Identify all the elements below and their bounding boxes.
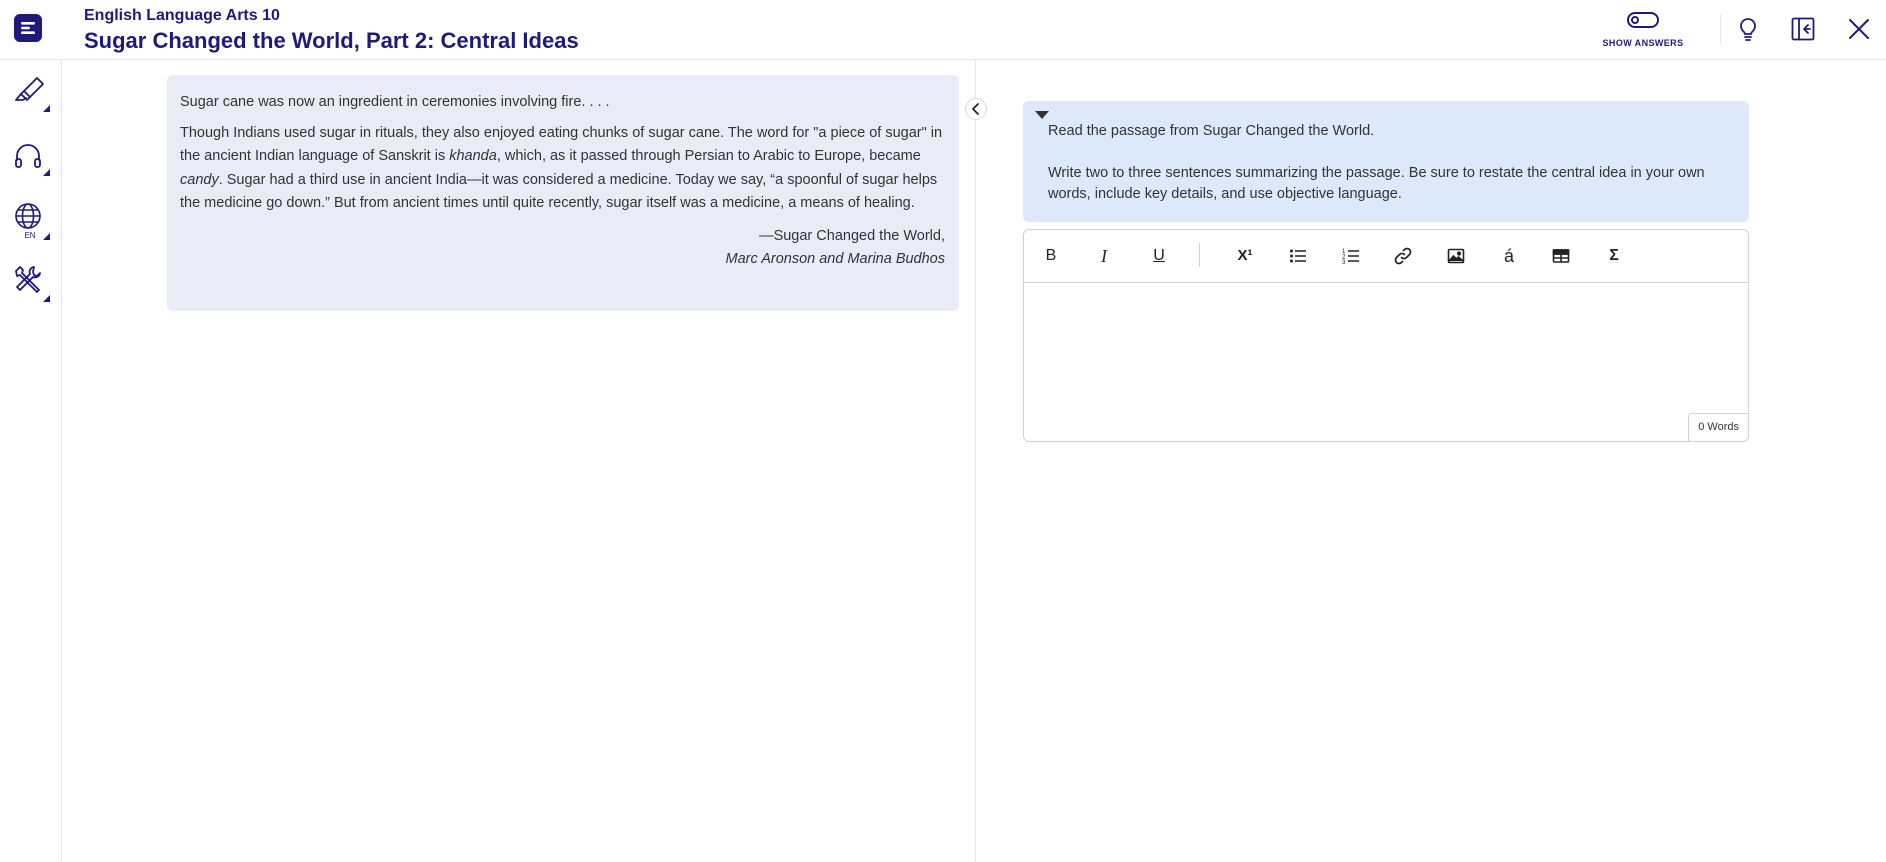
svg-text:3: 3 [1342, 260, 1346, 266]
tool-menu-indicator [43, 233, 50, 240]
link-icon [1394, 247, 1412, 265]
tools-menu[interactable] [10, 262, 50, 302]
bulleted-list-icon [1290, 249, 1306, 263]
passage-term: khanda [449, 148, 497, 164]
superscript-button[interactable]: X¹ [1232, 244, 1258, 268]
sigma-icon: Σ [1609, 247, 1619, 264]
accent-icon: á [1503, 246, 1514, 266]
prompt-line: Read the passage from Sugar Changed the … [1048, 123, 1375, 139]
superscript-icon: X¹ [1237, 247, 1253, 264]
italic-icon: I [1101, 246, 1107, 266]
app-logo-icon[interactable] [14, 14, 42, 42]
question-prompt: Read the passage from Sugar Changed the … [1023, 101, 1749, 222]
image-icon [1447, 248, 1465, 264]
language-tool[interactable]: EN [10, 200, 50, 240]
tool-menu-indicator [43, 105, 50, 112]
tool-menu-indicator [43, 295, 50, 302]
numbered-list-icon: 1 2 3 [1342, 249, 1359, 266]
response-text-area[interactable] [1024, 283, 1748, 413]
lesson-title: Sugar Changed the World, Part 2: Central… [84, 28, 579, 53]
editor-toolbar: B I U X¹ 1 2 3 á Σ [1024, 230, 1748, 283]
insert-table-button[interactable] [1548, 244, 1574, 268]
toolbar-separator [1199, 243, 1200, 267]
tool-menu-indicator [43, 169, 50, 176]
collapse-passage-button[interactable] [965, 98, 987, 120]
italic-button[interactable]: I [1091, 244, 1117, 268]
insert-link-button[interactable] [1390, 244, 1416, 268]
underline-button[interactable]: U [1146, 244, 1172, 268]
pane-divider[interactable] [975, 60, 976, 862]
equation-button[interactable]: Σ [1601, 244, 1627, 268]
show-answers-label: SHOW ANSWERS [1602, 38, 1684, 48]
collapse-panel-icon[interactable] [1788, 14, 1818, 44]
passage-authors: Marc Aronson and Marina Budhos [725, 251, 946, 267]
passage-attribution: —Sugar Changed the World, [759, 227, 945, 244]
top-header: English Language Arts 10 Sugar Changed t… [0, 0, 1886, 60]
bold-button[interactable]: B [1038, 244, 1064, 268]
insert-image-button[interactable] [1443, 244, 1469, 268]
passage-term: candy [180, 171, 219, 188]
show-answers-toggle[interactable]: SHOW ANSWERS [1590, 10, 1696, 52]
text-to-speech-tool[interactable] [10, 136, 50, 176]
toggle-switch[interactable] [1627, 12, 1659, 28]
course-name: English Language Arts 10 [84, 7, 280, 24]
passage-paragraph: Though Indians used sugar in rituals, th… [180, 122, 945, 216]
collapse-prompt-caret-icon[interactable] [1035, 111, 1049, 119]
toggle-knob [1631, 16, 1639, 24]
underline-icon: U [1153, 247, 1165, 264]
prompt-instructions: Write two to three sentences summarizing… [1048, 165, 1705, 202]
passage-text: . Sugar had a third use in ancient India… [180, 171, 938, 212]
passage-text: , which, as it passed through Persian to… [496, 148, 921, 164]
bold-icon: B [1045, 247, 1057, 264]
response-editor: B I U X¹ 1 2 3 á Σ 0 Words [1023, 229, 1749, 442]
hint-lightbulb-icon[interactable] [1733, 14, 1763, 44]
close-icon[interactable] [1844, 14, 1874, 44]
special-characters-button[interactable]: á [1496, 244, 1522, 268]
passage-line: Sugar cane was now an ingredient in cere… [180, 94, 610, 110]
header-divider [1720, 14, 1721, 44]
numbered-list-button[interactable]: 1 2 3 [1338, 244, 1364, 268]
word-count: 0 Words [1688, 413, 1748, 441]
bulleted-list-button[interactable] [1285, 244, 1311, 268]
highlighter-tool[interactable] [10, 72, 50, 112]
tool-rail: EN [0, 60, 62, 862]
chevron-left-icon [972, 103, 979, 115]
reading-passage: Sugar cane was now an ingredient in cere… [167, 75, 959, 311]
table-icon [1552, 249, 1570, 263]
